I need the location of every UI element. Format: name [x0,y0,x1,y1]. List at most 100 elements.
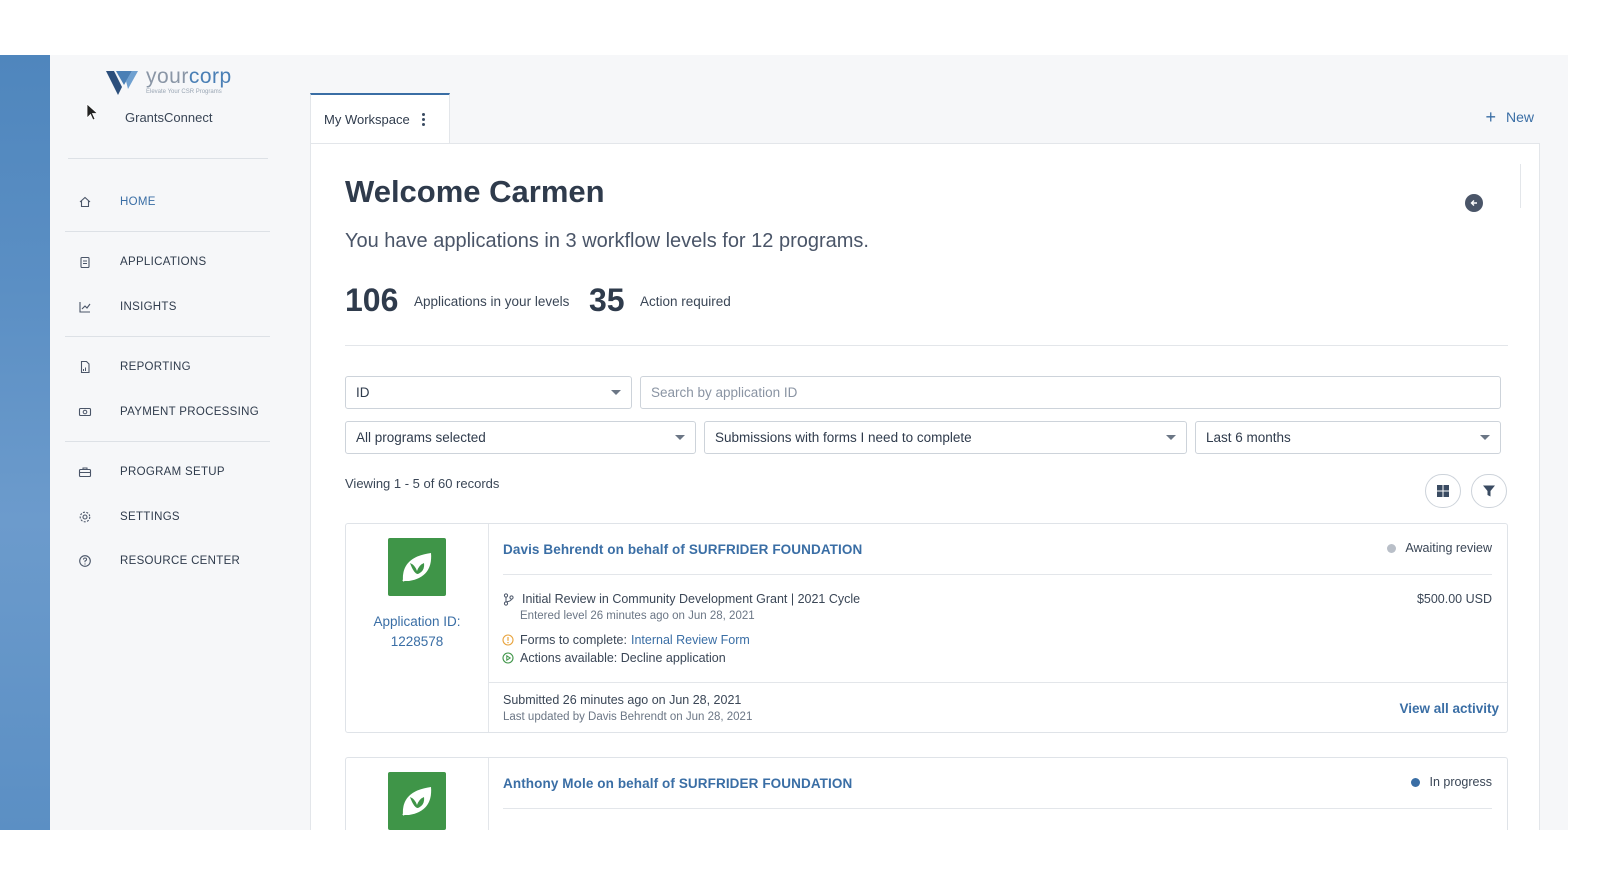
records-count: Viewing 1 - 5 of 60 records [345,476,500,491]
home-icon [79,196,91,208]
leaf-butterfly-icon [402,787,432,816]
requested-amount: $500.00 USD [1416,592,1492,606]
gear-icon [79,511,91,523]
clipboard-icon [80,256,90,269]
sidebar-item-applications[interactable]: APPLICATIONS [78,255,206,269]
search-field-select[interactable]: ID [345,376,632,409]
brand-tagline: Elevate Your CSR Programs [146,89,222,95]
period-select-value: Last 6 months [1206,430,1291,445]
money-icon [78,407,92,417]
sidebar-item-insights[interactable]: INSIGHTS [78,300,177,314]
workspace-panel: Welcome Carmen You have applications in … [310,143,1540,830]
sidebar: yourcorp Elevate Your CSR Programs Grant… [50,55,287,830]
welcome-subtitle: You have applications in 3 workflow leve… [345,230,869,252]
applications-count: 106 [345,282,399,318]
left-accent-bar [0,55,50,830]
sidebar-item-resource-center[interactable]: RESOURCE CENTER [78,554,240,568]
application-id-value: 1228578 [390,634,444,649]
applications-count-label: Applications in your levels [414,294,570,309]
sidebar-divider [65,441,270,442]
sidebar-item-settings[interactable]: SETTINGS [78,510,180,524]
action-required-label: Action required [640,294,731,309]
last-updated: Last updated by Davis Behrendt on Jun 28… [503,711,753,723]
leaf-butterfly-icon [402,553,432,582]
play-circle-icon [502,652,514,664]
chevron-down-icon [1480,435,1490,440]
sidebar-item-label: PROGRAM SETUP [120,466,225,478]
sidebar-item-program-setup[interactable]: PROGRAM SETUP [78,465,225,479]
actions-text: Actions available: Decline application [520,651,726,665]
card-left-column [346,758,489,830]
status-dot-icon [1411,777,1421,787]
yourcorp-logo-icon [106,71,138,95]
program-logo [388,772,446,830]
forms-label: Forms to complete: [520,633,627,647]
submitted-time: Submitted 26 minutes ago on Jun 28, 2021 [503,693,742,707]
main-content: My Workspace + New Welcome Carmen You ha… [286,55,1568,830]
application-card[interactable]: Application ID: 1228578 Davis Behrendt o… [345,523,1508,733]
new-button[interactable]: + New [1485,107,1534,127]
applicant-name-link[interactable]: Davis Behrendt on behalf of SURFRIDER FO… [503,542,862,557]
section-divider [345,345,1508,346]
plus-icon: + [1485,107,1496,127]
internal-review-form-link[interactable]: Internal Review Form [631,633,750,647]
search-placeholder: Search by application ID [651,385,798,400]
card-left-column: Application ID: 1228578 [346,524,489,732]
workflow-level-text: Initial Review in Community Development … [522,592,861,606]
status-badge: In progress [1411,775,1492,789]
sidebar-item-label: SETTINGS [120,511,180,523]
card-divider [503,574,1492,575]
search-field-value: ID [356,385,370,400]
grid-icon [1437,485,1449,497]
sidebar-item-label: REPORTING [120,361,191,373]
collapse-button[interactable] [1465,194,1483,212]
sidebar-divider [65,336,270,337]
sidebar-item-label: INSIGHTS [120,301,177,313]
sidebar-item-label: RESOURCE CENTER [120,555,241,567]
action-required-count: 35 [589,282,625,318]
document-icon [80,360,90,374]
search-input[interactable]: Search by application ID [640,376,1501,409]
page-title: Welcome Carmen [345,174,605,209]
brand-name: yourcorp [146,65,232,88]
programs-select-value: All programs selected [356,430,486,445]
chevron-down-icon [611,390,621,395]
application-id[interactable]: Application ID: 1228578 [346,612,488,652]
sidebar-item-label: APPLICATIONS [120,256,207,268]
entered-level-time: Entered level 26 minutes ago on Jun 28, … [520,610,755,622]
more-vertical-icon[interactable] [421,112,425,126]
help-icon [79,555,91,567]
status-dot-icon [1387,543,1397,553]
briefcase-icon [78,467,92,478]
sidebar-item-label: PAYMENT PROCESSING [120,406,259,418]
arrow-left-icon [1470,200,1477,206]
filter-icon [1483,485,1495,497]
application-id-label: Application ID: [373,614,461,629]
app-frame: yourcorp Elevate Your CSR Programs Grant… [0,55,1568,830]
program-logo [388,538,446,596]
sidebar-divider [65,231,270,232]
sidebar-item-payment-processing[interactable]: PAYMENT PROCESSING [78,405,259,419]
sidebar-item-reporting[interactable]: REPORTING [78,360,191,374]
mouse-cursor-icon [86,103,99,121]
period-select[interactable]: Last 6 months [1195,421,1501,454]
workflow-level: Initial Review in Community Development … [503,592,860,606]
sidebar-item-label: HOME [120,196,156,208]
status-badge: Awaiting review [1387,541,1492,555]
forms-to-complete: Forms to complete: Internal Review Form [502,633,750,647]
view-all-activity-link[interactable]: View all activity [1399,701,1499,716]
submissions-select-value: Submissions with forms I need to complet… [715,430,972,445]
tab-label: My Workspace [324,111,410,127]
new-button-label: New [1505,109,1534,125]
card-divider [503,808,1492,809]
tab-my-workspace[interactable]: My Workspace [310,93,450,143]
workflow-branch-icon [503,592,514,606]
filter-button[interactable] [1471,474,1507,508]
submissions-select[interactable]: Submissions with forms I need to complet… [704,421,1187,454]
applicant-name-link[interactable]: Anthony Mole on behalf of SURFRIDER FOUN… [503,776,852,791]
programs-select[interactable]: All programs selected [345,421,696,454]
chevron-down-icon [1166,435,1176,440]
application-card[interactable]: Anthony Mole on behalf of SURFRIDER FOUN… [345,757,1508,830]
sidebar-item-home[interactable]: HOME [78,195,156,209]
grid-view-button[interactable] [1425,474,1461,508]
